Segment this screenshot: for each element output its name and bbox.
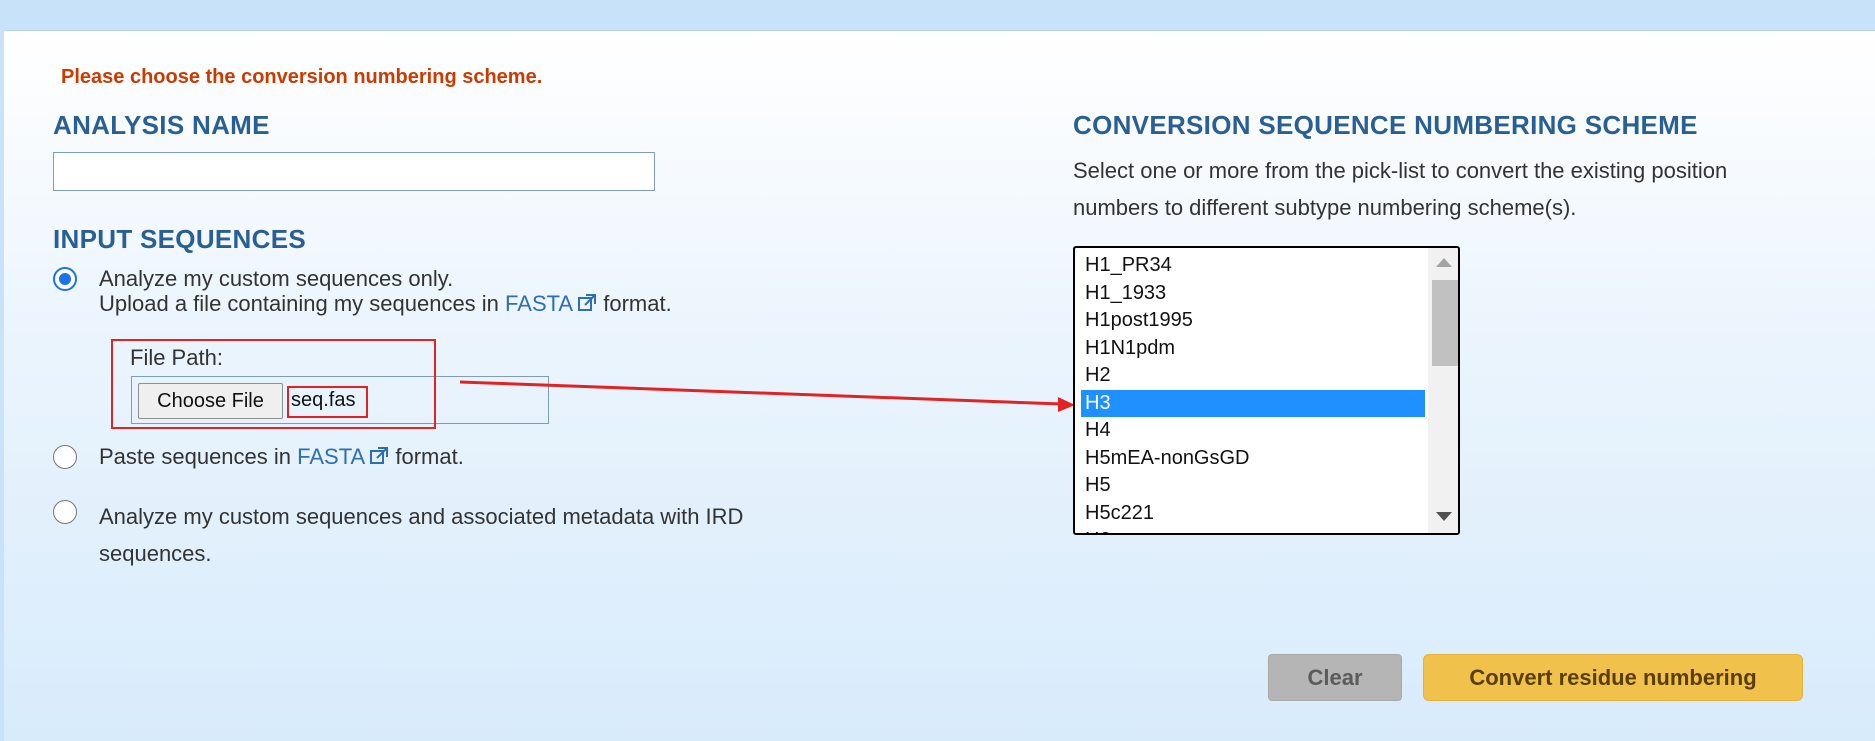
option-paste-description: Paste sequences in FASTA format. [99, 444, 464, 472]
paste-text-suffix: format. [395, 444, 464, 469]
scroll-down-icon[interactable] [1436, 512, 1452, 521]
fasta-link-paste[interactable]: FASTA [297, 444, 365, 469]
scroll-up-icon[interactable] [1436, 258, 1452, 267]
clear-button[interactable]: Clear [1268, 654, 1402, 701]
option-metadata-line1: Analyze my custom sequences and associat… [99, 504, 744, 529]
listbox-scrollbar[interactable] [1428, 248, 1458, 533]
listbox-option[interactable]: H3 [1081, 389, 1425, 417]
conversion-description-line2: numbers to different subtype numbering s… [1073, 195, 1577, 220]
convert-residue-numbering-button[interactable]: Convert residue numbering [1423, 654, 1803, 701]
listbox-option[interactable]: H4 [1085, 417, 1425, 444]
radio-paste-sequences[interactable] [53, 445, 77, 469]
listbox-option[interactable]: H5c221 [1085, 500, 1425, 527]
listbox-option[interactable]: H5 [1085, 472, 1425, 499]
conversion-heading: CONVERSION SEQUENCE NUMBERING SCHEME [1073, 110, 1698, 140]
scroll-thumb[interactable] [1432, 280, 1458, 366]
listbox-option[interactable]: H1N1pdm [1085, 335, 1425, 362]
radio-metadata-sequences[interactable] [53, 500, 77, 524]
listbox-option[interactable]: H1_PR34 [1085, 252, 1425, 279]
listbox-option[interactable]: H5mEA-nonGsGD [1085, 445, 1425, 472]
paste-text-prefix: Paste sequences in [99, 444, 292, 469]
listbox-option[interactable]: H1_1933 [1085, 280, 1425, 307]
listbox-option[interactable]: H1post1995 [1085, 307, 1425, 334]
conversion-description-line1: Select one or more from the pick-list to… [1073, 158, 1728, 183]
listbox-option[interactable]: H2 [1085, 362, 1425, 389]
numbering-scheme-listbox[interactable]: H6H5c221H5H5mEA-nonGsGDH4H3H2H1N1pdmH1po… [1073, 246, 1460, 535]
external-link-icon[interactable] [369, 446, 389, 472]
option-metadata-line2: sequences. [99, 541, 212, 566]
listbox-option[interactable]: H6 [1085, 527, 1425, 533]
